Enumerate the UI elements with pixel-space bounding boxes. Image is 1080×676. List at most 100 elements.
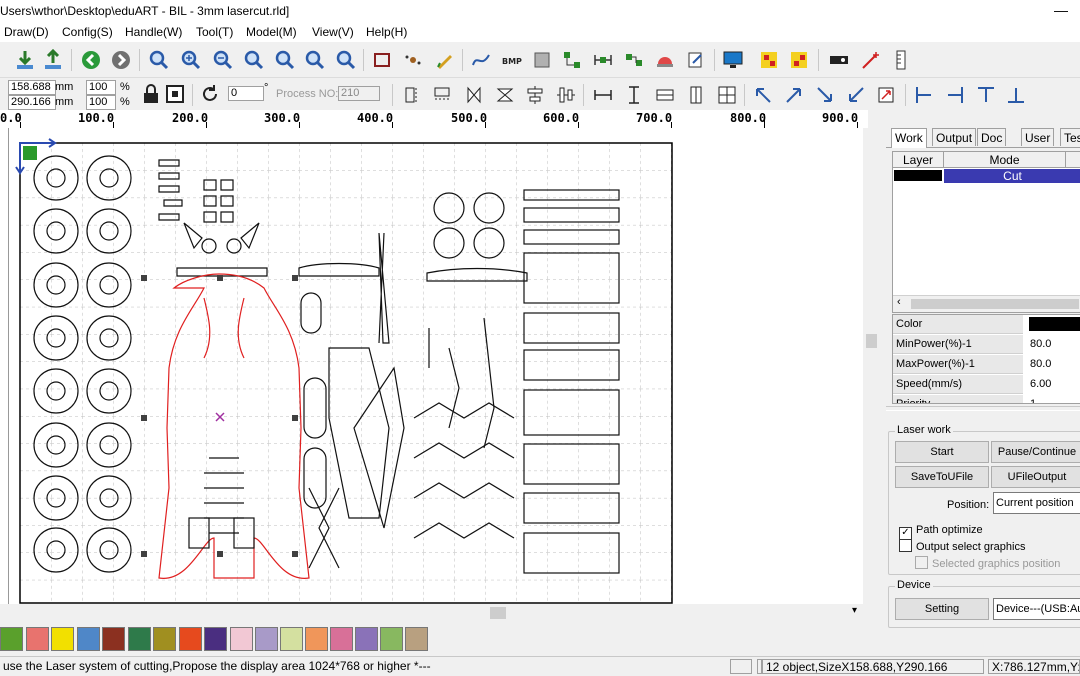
menu-config[interactable]: Config(S) [62,25,113,39]
panel-splitter[interactable] [886,406,1080,411]
zoom-in-icon[interactable] [178,47,204,73]
ruler-icon[interactable] [888,47,914,73]
select-pattern-icon[interactable] [786,47,812,73]
array-icon[interactable] [559,47,585,73]
back-icon[interactable] [78,47,104,73]
menu-handle[interactable]: Handle(W) [125,25,182,39]
tab-doc[interactable]: Doc [977,128,1007,146]
scroll-down-icon[interactable]: ▾ [852,605,857,616]
start-button[interactable]: Start [895,441,989,463]
zoom-out-icon[interactable] [210,47,236,73]
horizontal-scrollbar[interactable]: ▾ [0,604,880,622]
palette-swatch[interactable] [204,627,227,651]
align-bottom-left-icon[interactable] [843,82,869,108]
pen-icon[interactable] [432,47,458,73]
mode-column-header[interactable]: Mode [944,152,1066,168]
layer-column-header[interactable]: Layer [893,152,944,168]
menu-model[interactable]: Model(M) [246,25,297,39]
palette-swatch[interactable] [128,627,151,651]
palette-swatch[interactable] [153,627,176,651]
forward-icon[interactable] [108,47,134,73]
path-optimize-checkbox[interactable]: ✓ Path optimize [899,524,983,540]
flip-vertical-icon[interactable] [492,82,518,108]
layer-color-swatch[interactable] [894,170,942,181]
output-select-checkbox[interactable]: Output select graphics [899,539,1025,553]
palette-swatch[interactable] [330,627,353,651]
hscroll-thumb[interactable] [490,607,506,619]
scale-width-field[interactable]: 100 [86,80,116,95]
palette-swatch[interactable] [102,627,125,651]
measure-icon[interactable] [590,47,616,73]
zoom-fit-icon[interactable] [272,47,298,73]
palette-swatch[interactable] [77,627,100,651]
palette-swatch[interactable] [280,627,303,651]
layer-mode-cell[interactable]: Cut [944,169,1080,183]
device-select[interactable]: Device---(USB:Au [993,598,1080,620]
rotate-icon[interactable] [197,81,223,107]
width-field[interactable]: 158.688 [8,80,56,95]
vertical-scrollbar[interactable] [863,128,880,604]
tab-output[interactable]: Output [932,128,977,146]
align-bottom-icon[interactable] [1003,82,1029,108]
align-top-right-icon[interactable] [781,82,807,108]
bitmap-icon[interactable]: BMP [499,47,525,73]
minimize-button[interactable]: — [1054,2,1068,18]
position-anchor-icon[interactable] [162,81,188,107]
rotation-field[interactable]: 0 [228,86,264,101]
menu-tool[interactable]: Tool(T) [196,25,233,39]
import-icon[interactable] [12,47,38,73]
select-grid-icon[interactable] [756,47,782,73]
laser-beam-icon[interactable] [858,47,884,73]
zoom-page-icon[interactable] [241,47,267,73]
prop-color-swatch[interactable] [1029,317,1080,331]
align-right-icon[interactable] [942,82,968,108]
align-left-icon[interactable] [911,82,937,108]
mirror-v-icon[interactable] [429,82,455,108]
palette-swatch[interactable] [305,627,328,651]
zoom-icon[interactable] [146,47,172,73]
same-size-icon[interactable] [714,82,740,108]
pause-continue-button[interactable]: Pause/Continue [991,441,1080,463]
group-icon[interactable] [621,47,647,73]
monitor-icon[interactable] [720,47,746,73]
align-top-left-icon[interactable] [750,82,776,108]
node-edit-icon[interactable] [400,47,426,73]
ufile-output-button[interactable]: UFileOutput [991,466,1080,488]
export-icon[interactable] [40,47,66,73]
zoom-all-icon[interactable] [333,47,359,73]
prop-priority-value[interactable]: 1 [1027,395,1080,403]
flip-icon[interactable] [461,82,487,108]
align-center-icon[interactable] [873,82,899,108]
palette-swatch[interactable] [230,627,253,651]
align-center-v-icon[interactable] [553,82,579,108]
table-hscroll-thumb[interactable] [911,299,1079,309]
rectangle-icon[interactable] [369,47,395,73]
extra-column-header[interactable] [1066,152,1080,168]
palette-swatch[interactable] [0,627,23,651]
menu-view[interactable]: View(V) [312,25,354,39]
prop-speed-value[interactable]: 6.00 [1027,375,1080,394]
edit-icon[interactable] [683,47,709,73]
position-select[interactable]: Current position [993,492,1080,514]
device-setting-button[interactable]: Setting [895,598,989,620]
palette-swatch[interactable] [405,627,428,651]
palette-swatch[interactable] [51,627,74,651]
align-top-icon[interactable] [973,82,999,108]
menu-help[interactable]: Help(H) [366,25,407,39]
prop-minpower-value[interactable]: 80.0 [1027,335,1080,354]
menu-draw[interactable]: Draw(D) [4,25,49,39]
save-to-ufile-button[interactable]: SaveToUFile [895,466,989,488]
distribute-v-icon[interactable] [621,82,647,108]
prop-maxpower-value[interactable]: 80.0 [1027,355,1080,374]
selected-position-checkbox[interactable]: Selected graphics position [915,556,1060,570]
tab-work[interactable]: Work [891,128,927,148]
alarm-icon[interactable] [652,47,678,73]
lock-icon[interactable] [138,81,164,107]
same-height-icon[interactable] [683,82,709,108]
palette-swatch[interactable] [26,627,49,651]
align-bottom-right-icon[interactable] [812,82,838,108]
mirror-h-icon[interactable] [400,82,426,108]
palette-swatch[interactable] [255,627,278,651]
palette-swatch[interactable] [179,627,202,651]
square-icon[interactable] [529,47,555,73]
